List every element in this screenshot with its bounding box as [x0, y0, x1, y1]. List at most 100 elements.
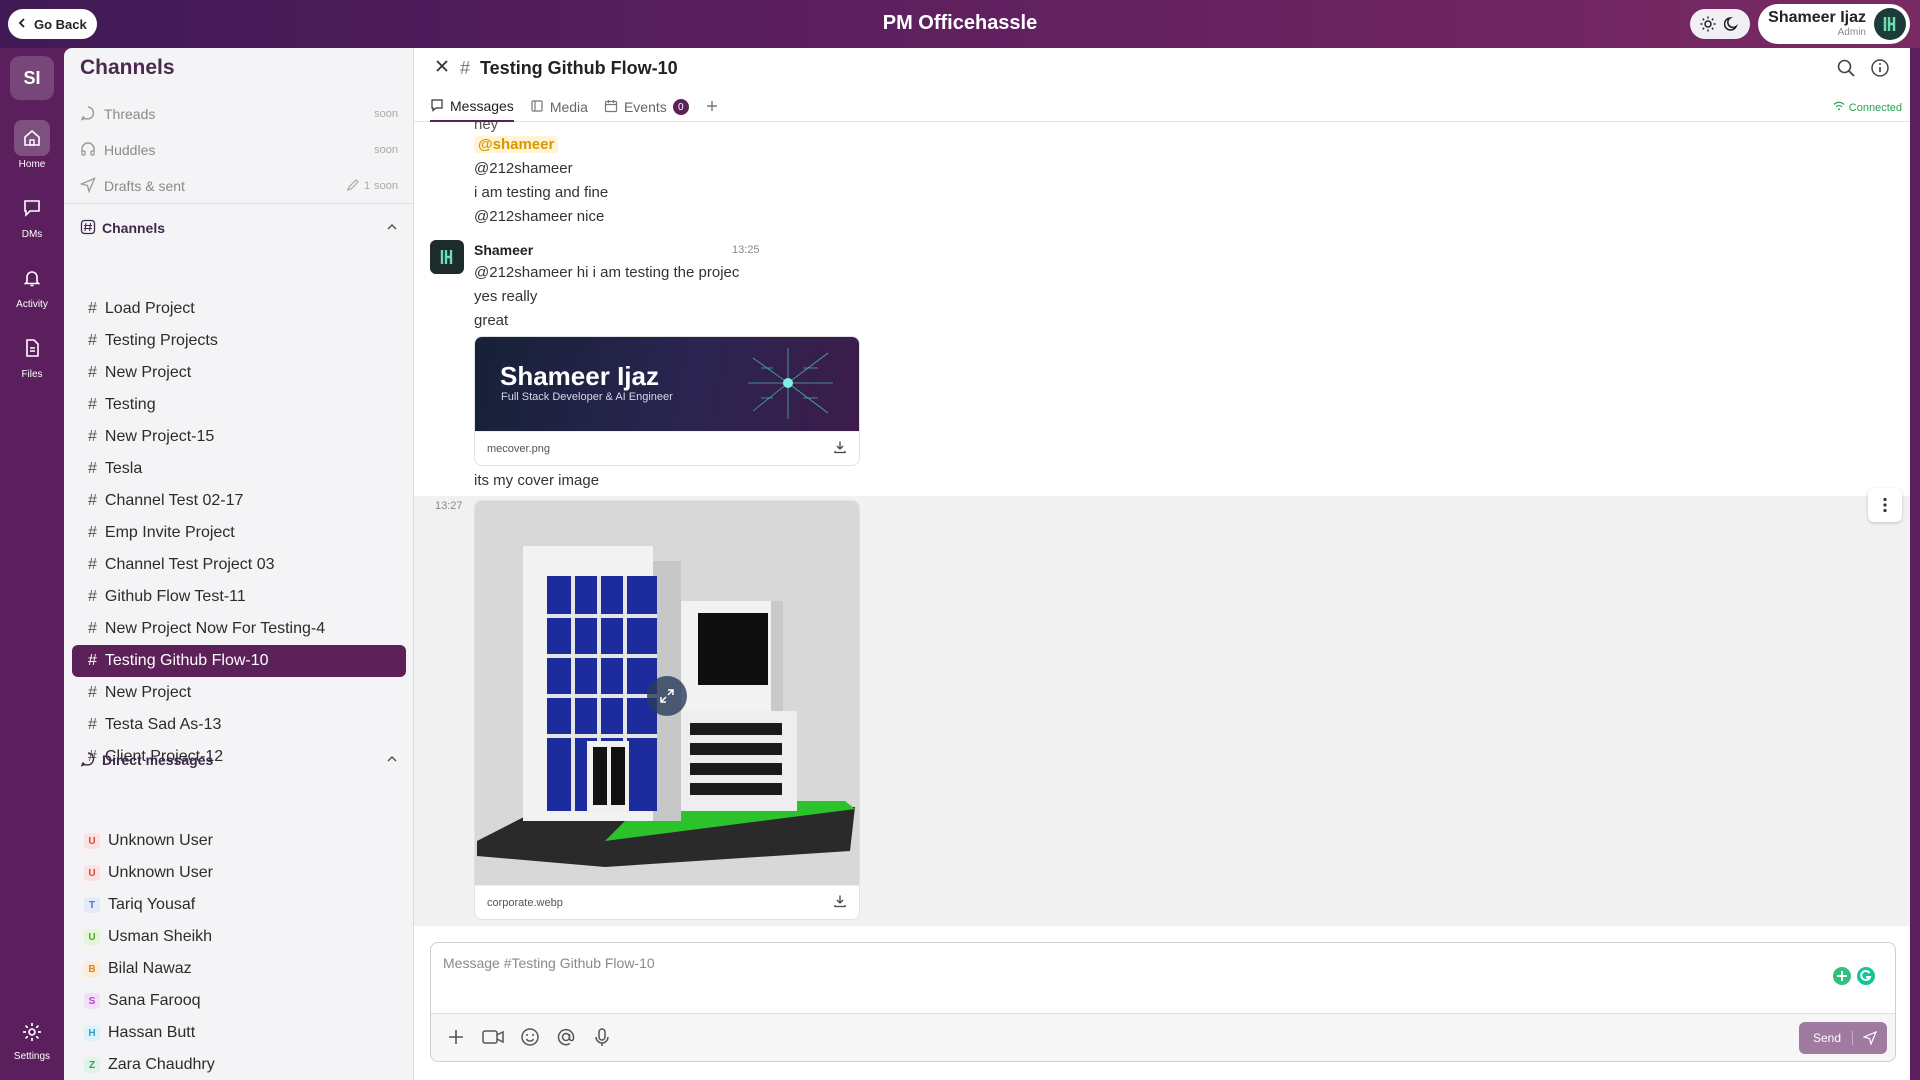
- dm-item[interactable]: S Sana Farooq: [72, 985, 406, 1017]
- dm-item[interactable]: Z Zara Chaudhry: [72, 1049, 406, 1080]
- dm-item[interactable]: T Tariq Yousaf: [72, 889, 406, 921]
- chevron-up-icon[interactable]: [386, 752, 398, 768]
- ai-assist-icon[interactable]: [1831, 965, 1853, 992]
- dm-item-name: Unknown User: [108, 864, 213, 881]
- channel-item[interactable]: # Emp Invite Project: [72, 517, 406, 549]
- avatar: U: [84, 833, 100, 849]
- channel-item[interactable]: # New Project Now For Testing-4: [72, 613, 406, 645]
- rail-home[interactable]: Home: [14, 120, 50, 170]
- message-text: great: [474, 312, 509, 329]
- tab-events[interactable]: Events 0: [604, 92, 689, 122]
- go-back-button[interactable]: Go Back: [8, 9, 97, 39]
- kebab-icon: [1883, 497, 1887, 513]
- headphones-icon: [80, 141, 96, 160]
- add-tab-button[interactable]: [705, 92, 719, 122]
- message-text: hey: [474, 122, 499, 133]
- channel-item-label: New Project: [104, 684, 192, 701]
- message-input[interactable]: [443, 955, 1743, 995]
- composer-tools: [445, 1026, 613, 1053]
- message-text: its my cover image: [474, 472, 600, 489]
- hash-icon: #: [88, 684, 97, 701]
- rail-settings[interactable]: Settings: [0, 1021, 64, 1062]
- sidebar-item-threads[interactable]: Threads soon: [80, 96, 398, 132]
- rail-files[interactable]: Files: [14, 330, 50, 380]
- channel-item[interactable]: # Github Flow Test-11: [72, 581, 406, 613]
- message-text: @212shameer nice: [474, 208, 605, 225]
- channel-item[interactable]: # Testing Github Flow-10: [72, 645, 406, 677]
- channel-item[interactable]: # New Project: [72, 357, 406, 389]
- drafts-soon-badge: 1 soon: [346, 178, 398, 195]
- plus-icon[interactable]: [445, 1026, 467, 1053]
- dm-item-name: Unknown User: [108, 832, 213, 849]
- tab-media[interactable]: Media: [530, 92, 588, 122]
- dm-list: U Unknown User U Unknown User T Tariq Yousaf U…: [72, 825, 406, 1080]
- download-icon[interactable]: [833, 894, 847, 911]
- dm-item[interactable]: H Hassan Butt: [72, 1017, 406, 1049]
- channel-item[interactable]: # Channel Test 02-17: [72, 485, 406, 517]
- channel-item[interactable]: # Testa Sad As-13: [72, 709, 406, 741]
- dm-item[interactable]: U Usman Sheikh: [72, 921, 406, 953]
- channel-item-label: Tesla: [104, 460, 143, 477]
- image-attachment[interactable]: Shameer Ijaz Full Stack Developer & AI E…: [474, 336, 860, 466]
- drafts-label: Drafts & sent: [104, 178, 185, 194]
- dm-item[interactable]: B Bilal Nawaz: [72, 953, 406, 985]
- emoji-icon[interactable]: [519, 1026, 541, 1053]
- dm-item-name: Usman Sheikh: [108, 928, 213, 945]
- channel-item[interactable]: # Channel Test Project 03: [72, 549, 406, 581]
- chevron-up-icon[interactable]: [386, 220, 398, 236]
- workspace-badge[interactable]: SI: [10, 56, 54, 100]
- user-menu[interactable]: Shameer Ijaz Admin: [1758, 4, 1910, 44]
- video-icon[interactable]: [481, 1026, 505, 1053]
- channel-item[interactable]: # New Project: [72, 677, 406, 709]
- huddles-soon-text: soon: [374, 144, 398, 156]
- dm-section-header[interactable]: Direct messages: [80, 748, 398, 772]
- info-icon[interactable]: [1870, 58, 1890, 83]
- channel-item-label: Channel Test 02-17: [104, 492, 244, 509]
- dm-item[interactable]: U Unknown User: [72, 857, 406, 889]
- send-icon: [1853, 1031, 1887, 1045]
- mention-icon[interactable]: [555, 1026, 577, 1053]
- dm-item[interactable]: U Unknown User: [72, 825, 406, 857]
- sidebar-item-huddles[interactable]: Huddles soon: [80, 132, 398, 168]
- message-list: hey @shameer @212shameer i am testing an…: [414, 122, 1910, 926]
- download-icon[interactable]: [833, 440, 847, 457]
- sun-icon[interactable]: [1697, 13, 1719, 35]
- expand-image-button[interactable]: [647, 676, 687, 716]
- close-icon[interactable]: [434, 58, 450, 79]
- channel-name: Testing Github Flow-10: [480, 58, 678, 78]
- hash-icon: #: [88, 300, 97, 317]
- channel-item[interactable]: # Testing: [72, 389, 406, 421]
- channel-item[interactable]: # Testing Projects: [72, 325, 406, 357]
- message-author[interactable]: Shameer: [474, 242, 533, 258]
- send-button[interactable]: Send: [1799, 1022, 1887, 1054]
- channel-item[interactable]: # Load Project: [72, 293, 406, 325]
- tab-media-label: Media: [549, 99, 588, 115]
- image-attachment[interactable]: corporate.webp: [474, 500, 860, 920]
- theme-toggle[interactable]: [1690, 9, 1750, 39]
- mention-tag[interactable]: @shameer: [474, 136, 559, 153]
- chevron-left-icon: [16, 17, 28, 32]
- tab-messages[interactable]: Messages: [430, 92, 514, 122]
- events-count-badge: 0: [672, 99, 689, 115]
- channel-item[interactable]: # New Project-15: [72, 421, 406, 453]
- header-actions: [1836, 58, 1890, 83]
- drafts-soon-text: soon: [374, 180, 398, 192]
- hash-icon: #: [88, 364, 97, 381]
- rail-dms[interactable]: DMs: [14, 190, 50, 240]
- dm-item-name: Sana Farooq: [108, 992, 201, 1009]
- channel-item[interactable]: # Tesla: [72, 453, 406, 485]
- microphone-icon[interactable]: [591, 1026, 613, 1053]
- bell-icon: [14, 260, 50, 296]
- moon-icon[interactable]: [1721, 13, 1743, 35]
- more-options-button[interactable]: [1868, 488, 1902, 522]
- message-avatar[interactable]: [430, 240, 464, 274]
- building-image[interactable]: [475, 501, 859, 885]
- grammarly-icon[interactable]: [1855, 965, 1877, 992]
- channels-section-header[interactable]: Channels: [80, 216, 398, 240]
- search-icon[interactable]: [1836, 58, 1856, 83]
- rail-activity[interactable]: Activity: [14, 260, 50, 310]
- sidebar-item-drafts[interactable]: Drafts & sent 1 soon: [79, 168, 398, 204]
- cover-image[interactable]: Shameer Ijaz Full Stack Developer & AI E…: [475, 337, 859, 431]
- dm-item-name: Zara Chaudhry: [108, 1056, 215, 1073]
- hash-icon: #: [88, 524, 97, 541]
